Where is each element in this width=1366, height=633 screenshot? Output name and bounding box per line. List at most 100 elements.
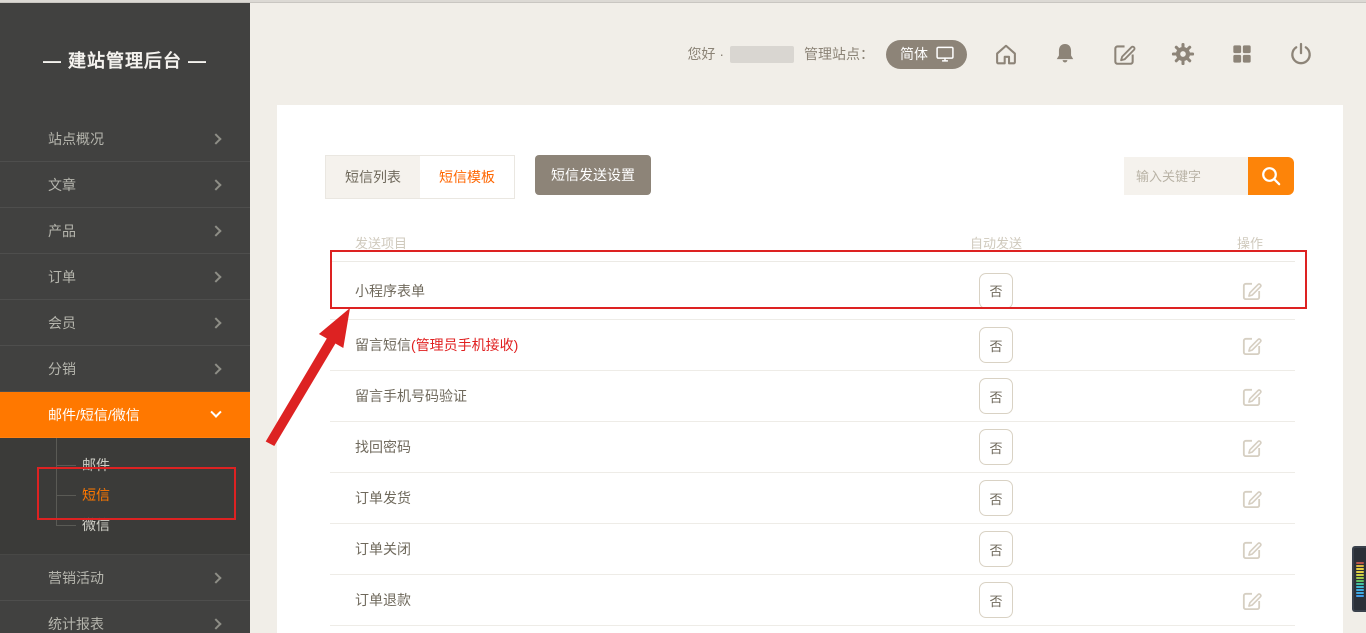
edit-icon[interactable] xyxy=(1240,538,1263,561)
sidebar-item-label: 分销 xyxy=(48,359,212,379)
edit-icon[interactable] xyxy=(1240,589,1263,612)
meter-stripe xyxy=(1356,577,1364,579)
table-row: 订单发货 否 xyxy=(330,473,1295,524)
auto-send-toggle-button[interactable]: 否 xyxy=(979,429,1013,465)
row-name-text: 小程序表单 xyxy=(355,283,425,299)
tab-group: 短信列表 短信模板 xyxy=(325,155,515,199)
row-name-text: 订单关闭 xyxy=(355,541,411,557)
meter-stripe xyxy=(1356,562,1364,564)
chevron-icon xyxy=(210,363,221,374)
chevron-icon xyxy=(210,618,221,629)
chevron-icon xyxy=(210,572,221,583)
table-header: 发送项目 自动发送 操作 xyxy=(330,233,1295,262)
sidebar-item-distribution[interactable]: 分销 xyxy=(0,346,250,392)
compose-icon[interactable] xyxy=(1111,41,1137,67)
language-badge[interactable]: 简体 xyxy=(886,40,967,69)
edit-icon[interactable] xyxy=(1240,385,1263,408)
chevron-icon xyxy=(210,317,221,328)
table-row: 小程序表单 否 xyxy=(330,262,1295,320)
sidebar-item-label: 订单 xyxy=(48,267,212,287)
row-name-note: (管理员手机接收) xyxy=(411,337,518,353)
table-row: 订单退款 否 xyxy=(330,575,1295,626)
row-action-cell xyxy=(1056,487,1295,510)
sidebar-subitem-label: 邮件 xyxy=(82,457,110,473)
row-send-item: 订单关闭 xyxy=(330,539,936,559)
bell-icon[interactable] xyxy=(1052,41,1078,67)
row-auto-send-cell: 否 xyxy=(936,378,1056,414)
row-send-item: 找回密码 xyxy=(330,437,936,457)
edit-icon[interactable] xyxy=(1240,279,1263,302)
main-panel: 短信列表 短信模板 短信发送设置 发送项目 自动发送 操作 小程序表单 xyxy=(277,105,1343,633)
chevron-icon xyxy=(210,133,221,144)
row-name-text: 找回密码 xyxy=(355,439,411,455)
sidebar-subitem-mail[interactable]: 邮件 xyxy=(0,450,250,480)
chevron-icon xyxy=(210,179,221,190)
auto-send-toggle-button[interactable]: 否 xyxy=(979,327,1013,363)
col-header-send-item: 发送项目 xyxy=(330,233,936,252)
language-badge-label: 简体 xyxy=(900,44,928,64)
sidebar-title: — 建站管理后台 — xyxy=(0,3,250,116)
auto-send-toggle-button[interactable]: 否 xyxy=(979,480,1013,516)
sidebar-item-marketing[interactable]: 营销活动 xyxy=(0,555,250,601)
sidebar-item-label: 会员 xyxy=(48,313,212,333)
sidebar-item-site-overview[interactable]: 站点概况 xyxy=(0,116,250,162)
apps-icon[interactable] xyxy=(1229,41,1255,67)
edit-icon[interactable] xyxy=(1240,436,1263,459)
row-send-item: 小程序表单 xyxy=(330,281,936,301)
row-action-cell xyxy=(1056,538,1295,561)
header: 您好 · 管理站点： 简体 xyxy=(250,3,1366,105)
sidebar-item-orders[interactable]: 订单 xyxy=(0,254,250,300)
manage-site-label: 管理站点： xyxy=(804,44,874,64)
sidebar-item-label: 营销活动 xyxy=(48,568,212,588)
col-header-action: 操作 xyxy=(1056,233,1295,252)
row-action-cell xyxy=(1056,279,1295,302)
sms-send-settings-button[interactable]: 短信发送设置 xyxy=(535,155,651,195)
sidebar-subitem-wechat[interactable]: 微信 xyxy=(0,510,250,540)
row-name-text: 留言短信 xyxy=(355,337,411,353)
power-icon[interactable] xyxy=(1288,41,1314,67)
row-send-item: 留言手机号码验证 xyxy=(330,386,936,406)
row-name-text: 留言手机号码验证 xyxy=(355,388,467,404)
auto-send-toggle-button[interactable]: 否 xyxy=(979,378,1013,414)
row-send-item: 留言短信(管理员手机接收) xyxy=(330,335,936,355)
sidebar-submenu: 邮件 短信 微信 xyxy=(0,438,250,555)
redacted-username xyxy=(730,46,794,63)
meter-stripe xyxy=(1356,586,1364,588)
col-header-auto-send: 自动发送 xyxy=(936,233,1056,252)
chevron-icon xyxy=(210,271,221,282)
table-row: 留言手机号码验证 否 xyxy=(330,371,1295,422)
gear-icon[interactable] xyxy=(1170,41,1196,67)
row-auto-send-cell: 否 xyxy=(936,273,1056,309)
sidebar-item-label: 文章 xyxy=(48,175,212,195)
sms-template-table: 发送项目 自动发送 操作 小程序表单 否 留言短信(管理员手机接收) 否 xyxy=(330,233,1295,633)
edit-icon[interactable] xyxy=(1240,487,1263,510)
sidebar-item-articles[interactable]: 文章 xyxy=(0,162,250,208)
meter-stripe xyxy=(1356,574,1364,576)
search-input[interactable] xyxy=(1124,157,1248,195)
edit-icon[interactable] xyxy=(1240,334,1263,357)
sidebar-item-label: 产品 xyxy=(48,221,212,241)
meter-stripe xyxy=(1356,568,1364,570)
chevron-icon xyxy=(210,406,221,417)
sidebar-item-products[interactable]: 产品 xyxy=(0,208,250,254)
row-action-cell xyxy=(1056,589,1295,612)
sidebar-item-reports[interactable]: 统计报表 xyxy=(0,601,250,633)
auto-send-toggle-button[interactable]: 否 xyxy=(979,531,1013,567)
auto-send-toggle-button[interactable]: 否 xyxy=(979,273,1013,309)
meter-stripe xyxy=(1356,589,1364,591)
sidebar-item-mail-sms-wechat[interactable]: 邮件/短信/微信 xyxy=(0,392,250,438)
home-icon[interactable] xyxy=(993,41,1019,67)
sidebar: — 建站管理后台 — 站点概况 文章 产品 订单 会员 分销 邮件/短信/微信 … xyxy=(0,3,250,633)
table-row: 留言短信(管理员手机接收) 否 xyxy=(330,320,1295,371)
sidebar-item-label: 邮件/短信/微信 xyxy=(48,405,212,425)
table-row: 找回密码 否 xyxy=(330,422,1295,473)
auto-send-toggle-button[interactable]: 否 xyxy=(979,582,1013,618)
search-button[interactable] xyxy=(1248,157,1294,195)
row-auto-send-cell: 否 xyxy=(936,327,1056,363)
tab-sms-list[interactable]: 短信列表 xyxy=(326,156,420,198)
sidebar-subitem-sms[interactable]: 短信 xyxy=(0,480,250,510)
meter-stripe xyxy=(1356,571,1364,573)
sidebar-item-members[interactable]: 会员 xyxy=(0,300,250,346)
meter-stripe xyxy=(1356,592,1364,594)
tab-sms-template[interactable]: 短信模板 xyxy=(420,156,514,198)
